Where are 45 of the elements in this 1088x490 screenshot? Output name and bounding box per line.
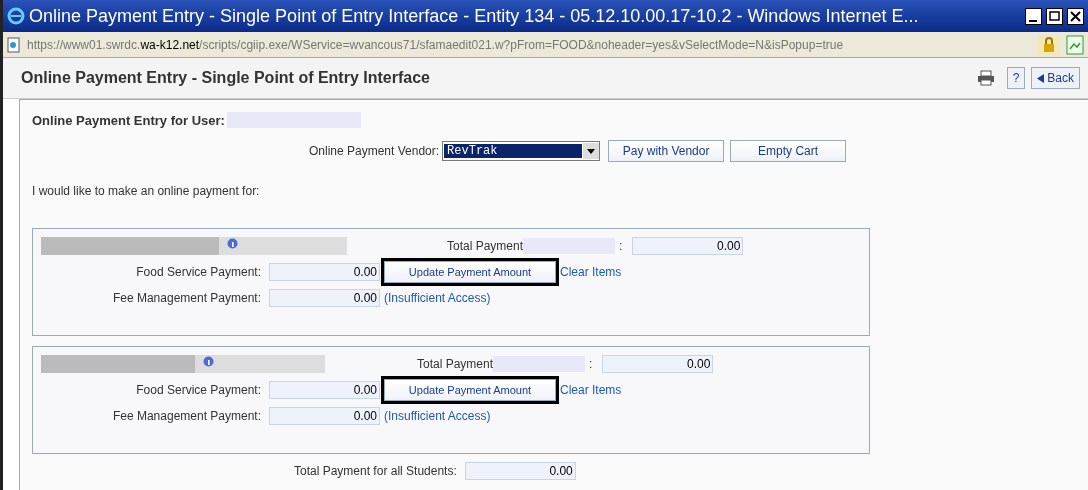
fee-payment-field[interactable]: 0.00 — [269, 407, 380, 425]
clear-items-link[interactable]: Clear Items — [560, 265, 622, 279]
colon: : — [589, 357, 593, 371]
dropdown-caret-icon — [583, 143, 600, 159]
grand-total-field[interactable]: 0.00 — [464, 462, 576, 480]
vendor-dropdown[interactable]: RevTrak — [442, 141, 601, 161]
close-icon[interactable] — [1067, 7, 1084, 25]
total-payment-field[interactable]: 0.00 — [602, 355, 714, 373]
food-payment-field[interactable]: 0.00 — [269, 381, 380, 399]
vendor-label: Online Payment Vendor: — [309, 144, 440, 158]
back-button[interactable]: Back — [1031, 67, 1080, 89]
fee-payment-field[interactable]: 0.00 — [269, 289, 380, 307]
minimize-icon[interactable] — [1025, 7, 1042, 25]
insufficient-access-link[interactable]: (Insufficient Access) — [384, 291, 491, 305]
back-arrow-icon — [1037, 73, 1045, 83]
browser-logo-icon — [7, 7, 25, 25]
page-icon — [7, 36, 21, 53]
food-payment-field[interactable]: 0.00 — [269, 263, 380, 281]
page-title: Online Payment Entry - Single Point of Entry Interface — [21, 69, 431, 87]
url-text[interactable]: https://www01.swrdc.wa-k12.net/scripts/cgiip.exe/WService=wvancous71/sfamaedit021.w?pFrom=FOOD&noheader=yes&vSelectMode=N&isPopup=true — [27, 37, 1032, 52]
print-icon — [976, 70, 995, 86]
empty-cart-button[interactable]: Empty Cart — [730, 140, 847, 162]
pay-with-vendor-button[interactable]: Pay with Vendor — [608, 140, 725, 162]
update-payment-button[interactable]: Update Payment Amount — [384, 261, 556, 283]
document-icon — [1066, 34, 1084, 55]
total-payment-label: Total Payment — [417, 357, 494, 371]
field-label: Food Service Payment: — [135, 383, 262, 397]
window-title: Online Payment Entry - Single Point of Entry Interface - Entity 134 - 05.12.10.00.17-10.2 - Windows Internet E... — [29, 5, 920, 27]
user-label: Online Payment Entry for User: — [32, 112, 225, 128]
field-label: Fee Management Payment: — [111, 409, 262, 423]
help-button[interactable]: ? — [1006, 67, 1026, 89]
insufficient-access-link[interactable]: (Insufficient Access) — [384, 409, 491, 423]
intro-text: I would like to make an online payment for: — [32, 184, 261, 198]
lock-icon — [1038, 34, 1060, 55]
colon: : — [619, 239, 623, 253]
clear-items-link[interactable]: Clear Items — [560, 383, 622, 397]
maximize-icon[interactable] — [1046, 7, 1063, 25]
info-icon — [203, 356, 214, 367]
total-payment-label: Total Payment — [447, 239, 524, 253]
total-payment-field[interactable]: 0.00 — [632, 237, 744, 255]
field-label: Fee Management Payment: — [111, 291, 262, 305]
info-icon — [227, 238, 238, 249]
grand-total-label: Total Payment for all Students: — [294, 464, 457, 478]
update-payment-button[interactable]: Update Payment Amount — [384, 379, 556, 401]
field-label: Food Service Payment: — [135, 265, 262, 279]
